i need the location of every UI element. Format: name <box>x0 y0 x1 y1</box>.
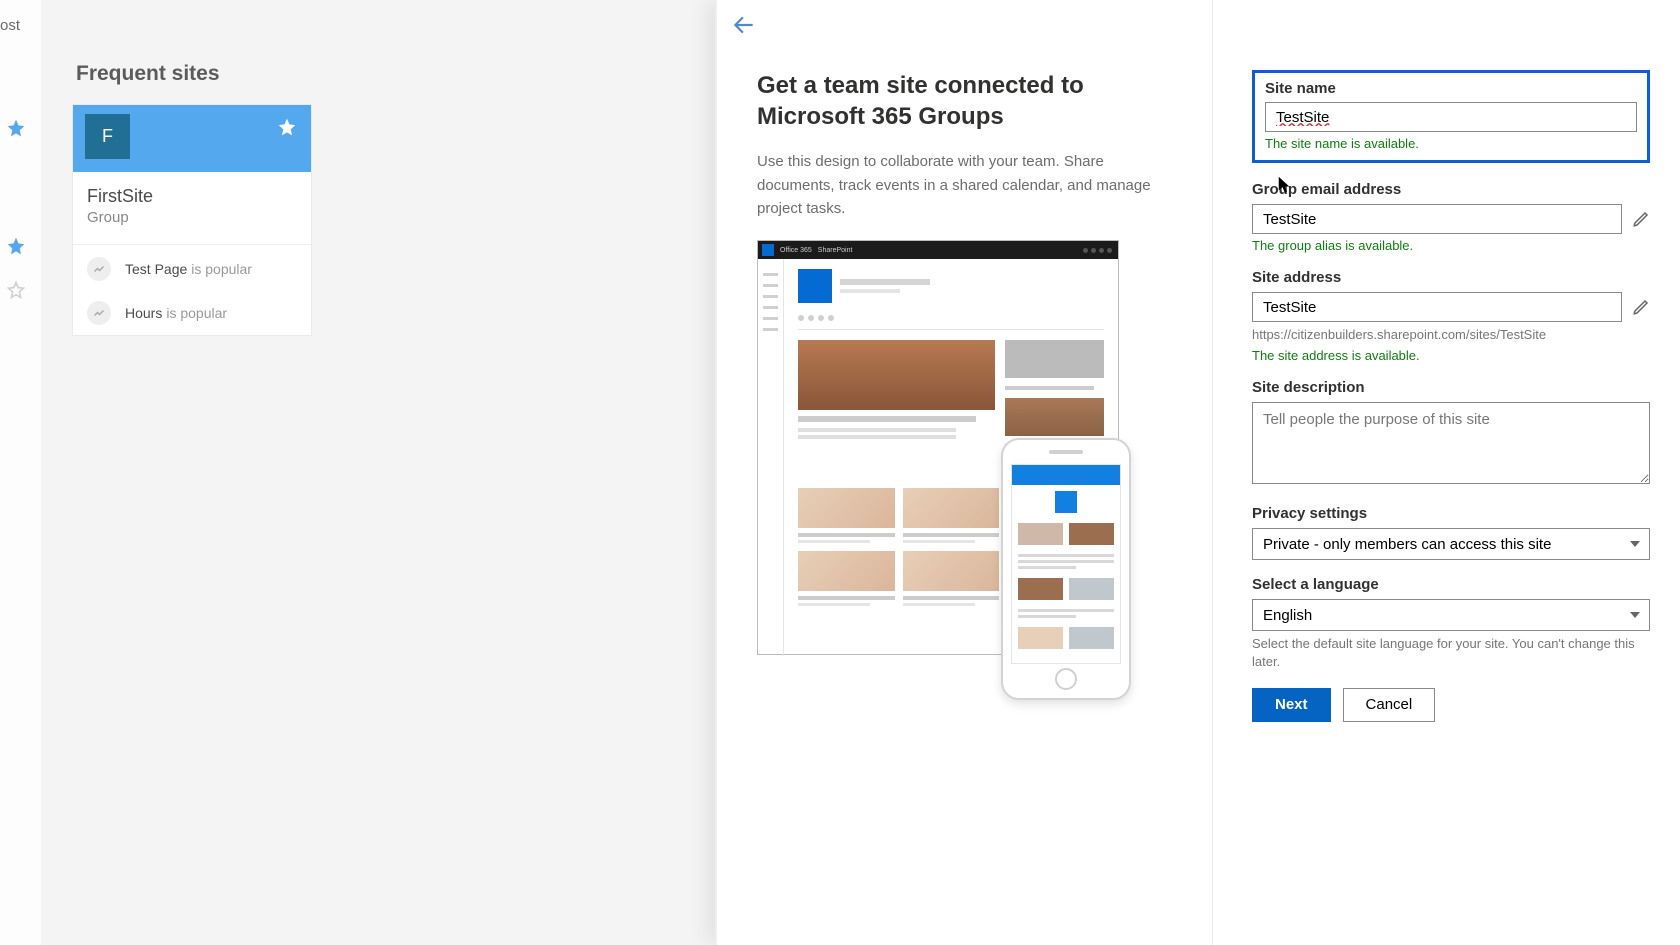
language-group: Select a language English Select the def… <box>1252 576 1650 671</box>
trending-icon <box>87 257 111 281</box>
star-outline-icon[interactable] <box>6 280 26 300</box>
site-card-header: F <box>73 105 311 172</box>
site-address-url: https://citizenbuilders.sharepoint.com/s… <box>1252 326 1650 344</box>
group-email-input[interactable] <box>1252 204 1622 234</box>
create-site-panel: Get a team site connected to Microsoft 3… <box>715 0 1680 945</box>
edit-icon[interactable] <box>1632 298 1650 316</box>
activity-suffix: is popular <box>166 305 227 321</box>
site-card-title: FirstSite <box>73 172 311 209</box>
privacy-label: Privacy settings <box>1252 505 1650 522</box>
star-icon[interactable] <box>6 118 26 138</box>
site-description-group: Site description <box>1252 379 1650 489</box>
site-description-input[interactable] <box>1252 402 1650 484</box>
app-root: s post Frequent sites F FirstSite Group <box>0 0 1680 945</box>
site-card-subtitle: Group <box>73 209 311 240</box>
panel-form: Site name The site name is available. Gr… <box>1212 0 1680 945</box>
site-description-label: Site description <box>1252 379 1650 396</box>
site-name-highlight: Site name The site name is available. <box>1252 70 1650 163</box>
edit-icon[interactable] <box>1632 210 1650 228</box>
site-address-input[interactable] <box>1252 292 1622 322</box>
panel-description: Use this design to collaborate with your… <box>757 150 1182 220</box>
site-name-label: Site name <box>1265 80 1637 97</box>
left-rail: s post <box>0 0 42 945</box>
group-email-group: Group email address The group alias is a… <box>1252 181 1650 253</box>
privacy-group: Privacy settings Private - only members … <box>1252 505 1650 560</box>
panel-left: Get a team site connected to Microsoft 3… <box>717 0 1212 945</box>
group-email-label: Group email address <box>1252 181 1650 198</box>
cancel-button[interactable]: Cancel <box>1343 688 1436 722</box>
action-buttons: Next Cancel <box>1252 688 1650 722</box>
activity-name: Hours <box>125 305 162 321</box>
site-name-input[interactable] <box>1265 102 1637 132</box>
site-address-label: Site address <box>1252 269 1650 286</box>
mockup-label: SharePoint <box>818 247 853 254</box>
site-name-availability: The site name is available. <box>1265 136 1637 151</box>
language-hint: Select the default site language for you… <box>1252 635 1650 671</box>
activity-name: Test Page <box>125 261 187 277</box>
activity-suffix: is popular <box>191 261 252 277</box>
mockup-label: Office 365 <box>780 247 812 254</box>
star-icon[interactable] <box>277 117 297 137</box>
site-preview-mockup: Office 365 SharePoint <box>757 240 1129 678</box>
group-email-availability: The group alias is available. <box>1252 238 1650 253</box>
phone-mockup <box>1001 438 1131 700</box>
site-address-availability: The site address is available. <box>1252 348 1650 363</box>
news-post-link[interactable]: s post <box>0 17 20 34</box>
privacy-select[interactable]: Private - only members can access this s… <box>1252 528 1650 560</box>
divider <box>73 244 311 245</box>
site-tile-initial: F <box>85 114 130 159</box>
language-label: Select a language <box>1252 576 1650 593</box>
card-activity-row[interactable]: Hours is popular <box>73 291 311 335</box>
next-button[interactable]: Next <box>1252 688 1331 722</box>
site-address-group: Site address https://citizenbuilders.sha… <box>1252 269 1650 363</box>
panel-heading: Get a team site connected to Microsoft 3… <box>757 70 1182 132</box>
site-card[interactable]: F FirstSite Group Test Page is popular H… <box>72 104 312 336</box>
card-activity-row[interactable]: Test Page is popular <box>73 247 311 291</box>
language-select[interactable]: English <box>1252 599 1650 631</box>
star-icon[interactable] <box>6 236 26 256</box>
trending-icon <box>87 301 111 325</box>
back-button[interactable] <box>731 12 757 38</box>
